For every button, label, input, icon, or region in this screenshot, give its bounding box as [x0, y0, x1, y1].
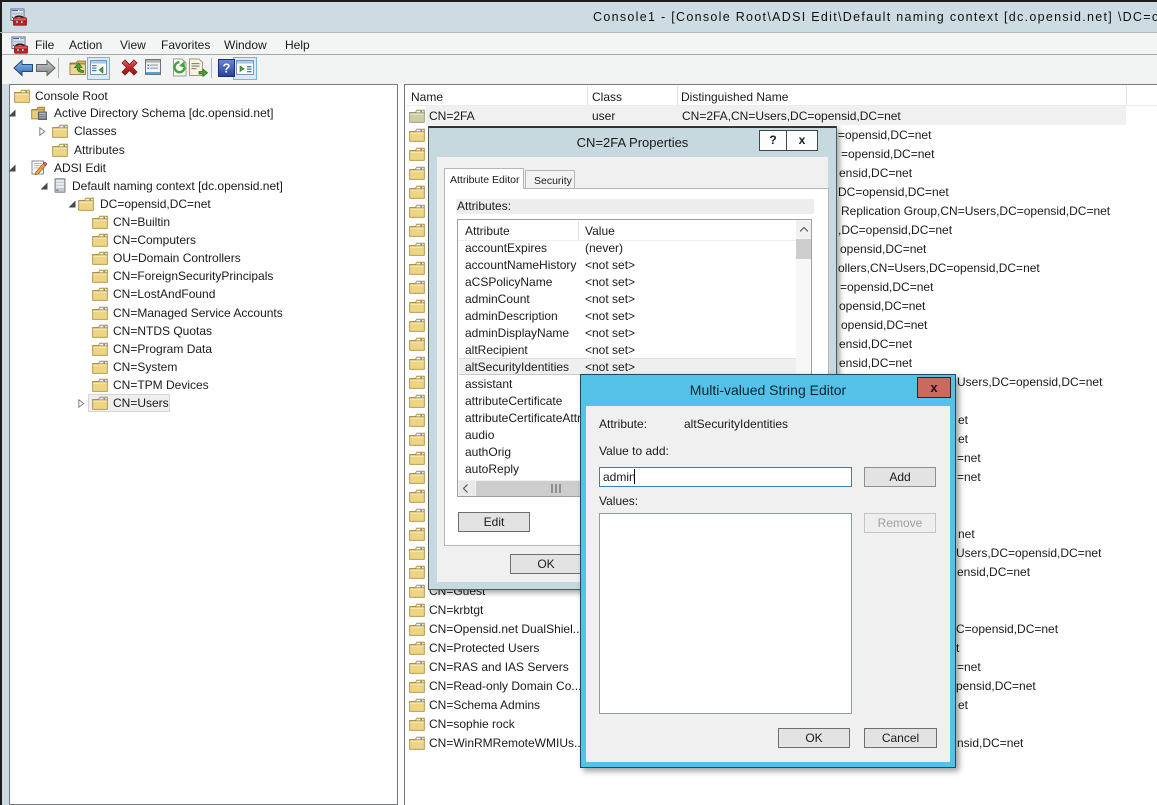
- svg-text:?: ?: [223, 61, 231, 76]
